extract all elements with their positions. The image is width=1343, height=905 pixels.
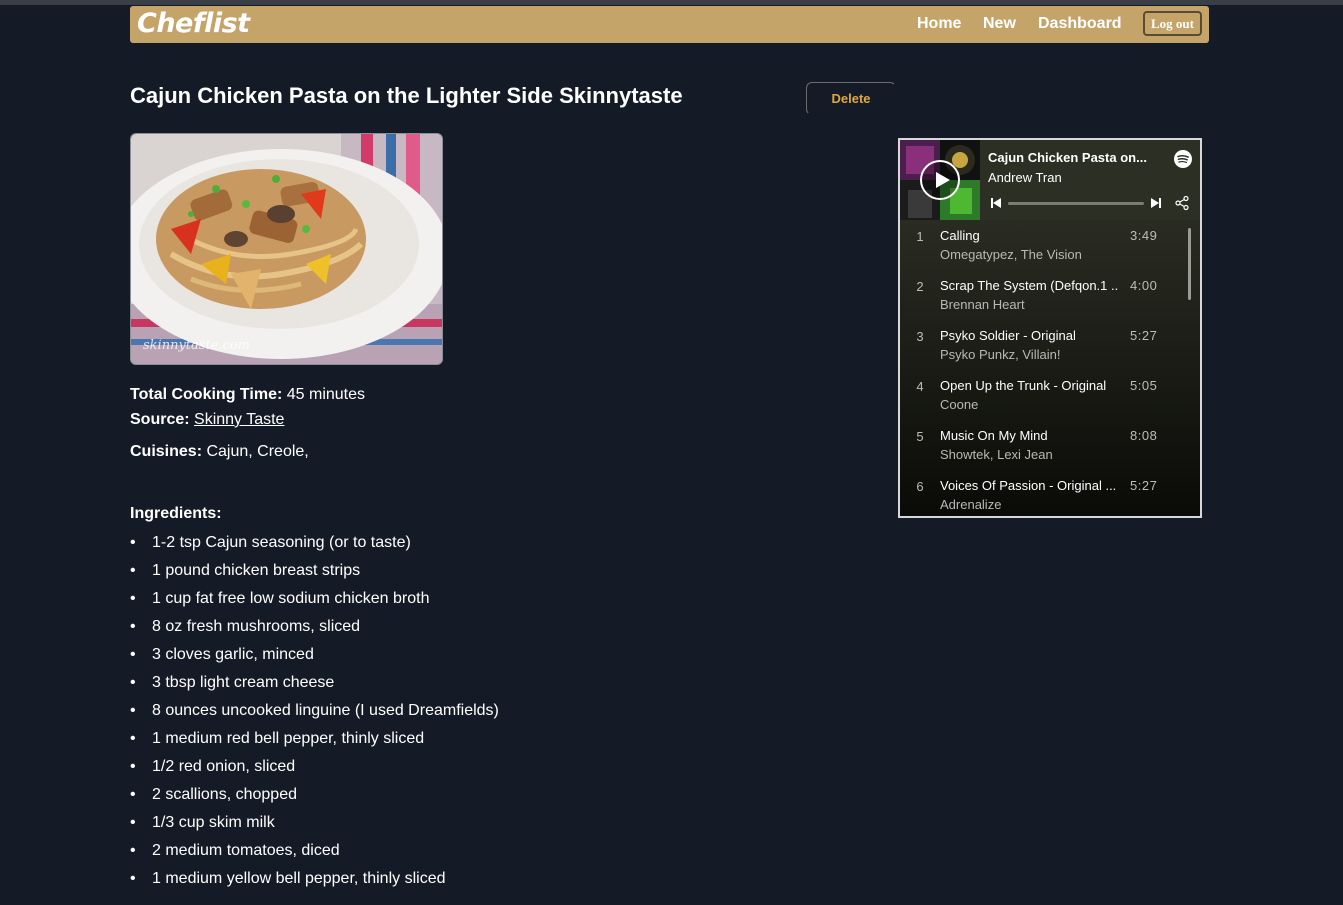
ingredient-item: 1 medium red bell pepper, thinly sliced xyxy=(130,725,499,753)
track-name: Open Up the Trunk - Original xyxy=(940,378,1107,393)
recipe-title: Cajun Chicken Pasta on the Lighter Side … xyxy=(130,83,683,108)
share-icon[interactable] xyxy=(1174,195,1190,211)
ingredient-item: 1 cup fat free low sodium chicken broth xyxy=(130,585,499,613)
track-row[interactable]: 2 Scrap The System (Defqon.1 ... Brennan… xyxy=(900,270,1190,320)
track-row[interactable]: 3 Psyko Soldier - Original Psyko Punkz, … xyxy=(900,320,1190,370)
track-artists: Showtek, Lexi Jean xyxy=(940,447,1053,462)
browser-top-strip xyxy=(0,0,1343,5)
track-name: Scrap The System (Defqon.1 ... xyxy=(940,278,1118,293)
ingredient-item: 1-2 tsp Cajun seasoning (or to taste) xyxy=(130,529,499,557)
ingredient-item: 2 scallions, chopped xyxy=(130,781,499,809)
ingredients-list: 1-2 tsp Cajun seasoning (or to taste) 1 … xyxy=(130,529,499,893)
track-number: 1 xyxy=(916,229,924,244)
spotify-icon[interactable] xyxy=(1174,150,1192,168)
track-duration: 5:27 xyxy=(1130,328,1158,343)
source-row: Source: Skinny Taste xyxy=(130,411,284,429)
nav-new-link[interactable]: New xyxy=(983,15,1016,33)
next-icon[interactable] xyxy=(1150,197,1162,209)
track-artists: Adrenalize xyxy=(940,497,1002,512)
ingredient-item: 1 medium yellow bell pepper, thinly slic… xyxy=(130,865,499,893)
spotify-embed: Cajun Chicken Pasta on... Andrew Tran 1 xyxy=(898,138,1202,518)
ingredient-item: 3 tbsp light cream cheese xyxy=(130,669,499,697)
track-duration: 5:05 xyxy=(1130,378,1158,393)
track-duration: 4:00 xyxy=(1130,278,1158,293)
ingredients-heading: Ingredients: xyxy=(130,505,222,522)
track-name: Psyko Soldier - Original xyxy=(940,328,1076,343)
track-artists: Psyko Punkz, Villain! xyxy=(940,347,1061,362)
cuisines-label: Cuisines: xyxy=(130,443,203,460)
brand-logo[interactable]: Cheflist xyxy=(137,8,250,39)
track-number: 6 xyxy=(916,479,924,494)
player-header: Cajun Chicken Pasta on... Andrew Tran xyxy=(900,140,1200,220)
track-row[interactable]: 1 Calling Omegatypez, The Vision 3:49 xyxy=(900,220,1190,270)
ingredient-item: 2 medium tomatoes, diced xyxy=(130,837,499,865)
ingredient-item: 3 cloves garlic, minced xyxy=(130,641,499,669)
track-name: Voices Of Passion - Original ... xyxy=(940,478,1117,493)
ingredient-item: 1 pound chicken breast strips xyxy=(130,557,499,585)
cuisines-row: Cuisines: Cajun, Creole, xyxy=(130,443,309,461)
logout-button[interactable]: Log out xyxy=(1143,11,1202,36)
delete-button[interactable]: Delete xyxy=(806,82,896,115)
track-name: Calling xyxy=(940,228,980,243)
navbar: Cheflist Home New Dashboard Log out xyxy=(130,6,1209,43)
cooking-time-row: Total Cooking Time: 45 minutes xyxy=(130,386,365,404)
track-number: 4 xyxy=(916,379,924,394)
previous-icon[interactable] xyxy=(990,197,1002,209)
track-row[interactable]: 6 Voices Of Passion - Original ... Adren… xyxy=(900,470,1190,516)
playlist-owner[interactable]: Andrew Tran xyxy=(988,170,1062,185)
cooking-time-value: 45 minutes xyxy=(286,386,366,403)
source-label: Source: xyxy=(130,411,190,428)
ingredient-item: 1/3 cup skim milk xyxy=(130,809,499,837)
nav-home-link[interactable]: Home xyxy=(917,15,961,33)
cooking-time-label: Total Cooking Time: xyxy=(130,386,283,403)
track-artists: Coone xyxy=(940,397,979,412)
ingredient-item: 8 ounces uncooked linguine (I used Dream… xyxy=(130,697,499,725)
track-duration: 8:08 xyxy=(1130,428,1158,443)
track-list: 1 Calling Omegatypez, The Vision 3:49 2 … xyxy=(900,220,1200,516)
track-name: Music On My Mind xyxy=(940,428,1048,443)
track-number: 3 xyxy=(916,329,924,344)
source-link[interactable]: Skinny Taste xyxy=(194,411,284,428)
track-number: 5 xyxy=(916,429,924,444)
track-list-scrollbar[interactable] xyxy=(1188,228,1191,300)
cuisines-value: Cajun, Creole, xyxy=(206,443,309,460)
photo-watermark: skinnytaste.com xyxy=(143,338,250,353)
recipe-photo: skinnytaste.com xyxy=(130,133,443,365)
track-number: 2 xyxy=(916,279,924,294)
ingredient-item: 1/2 red onion, sliced xyxy=(130,753,499,781)
nav-dashboard-link[interactable]: Dashboard xyxy=(1038,15,1122,33)
track-row[interactable]: 5 Music On My Mind Showtek, Lexi Jean 8:… xyxy=(900,420,1190,470)
track-artists: Brennan Heart xyxy=(940,297,1025,312)
playlist-title[interactable]: Cajun Chicken Pasta on... xyxy=(988,150,1163,165)
progress-bar[interactable] xyxy=(1008,202,1144,205)
track-duration: 3:49 xyxy=(1130,228,1158,243)
play-icon[interactable] xyxy=(920,160,960,200)
track-duration: 5:27 xyxy=(1130,478,1158,493)
track-artists: Omegatypez, The Vision xyxy=(940,247,1082,262)
track-row[interactable]: 4 Open Up the Trunk - Original Coone 5:0… xyxy=(900,370,1190,420)
ingredient-item: 8 oz fresh mushrooms, sliced xyxy=(130,613,499,641)
